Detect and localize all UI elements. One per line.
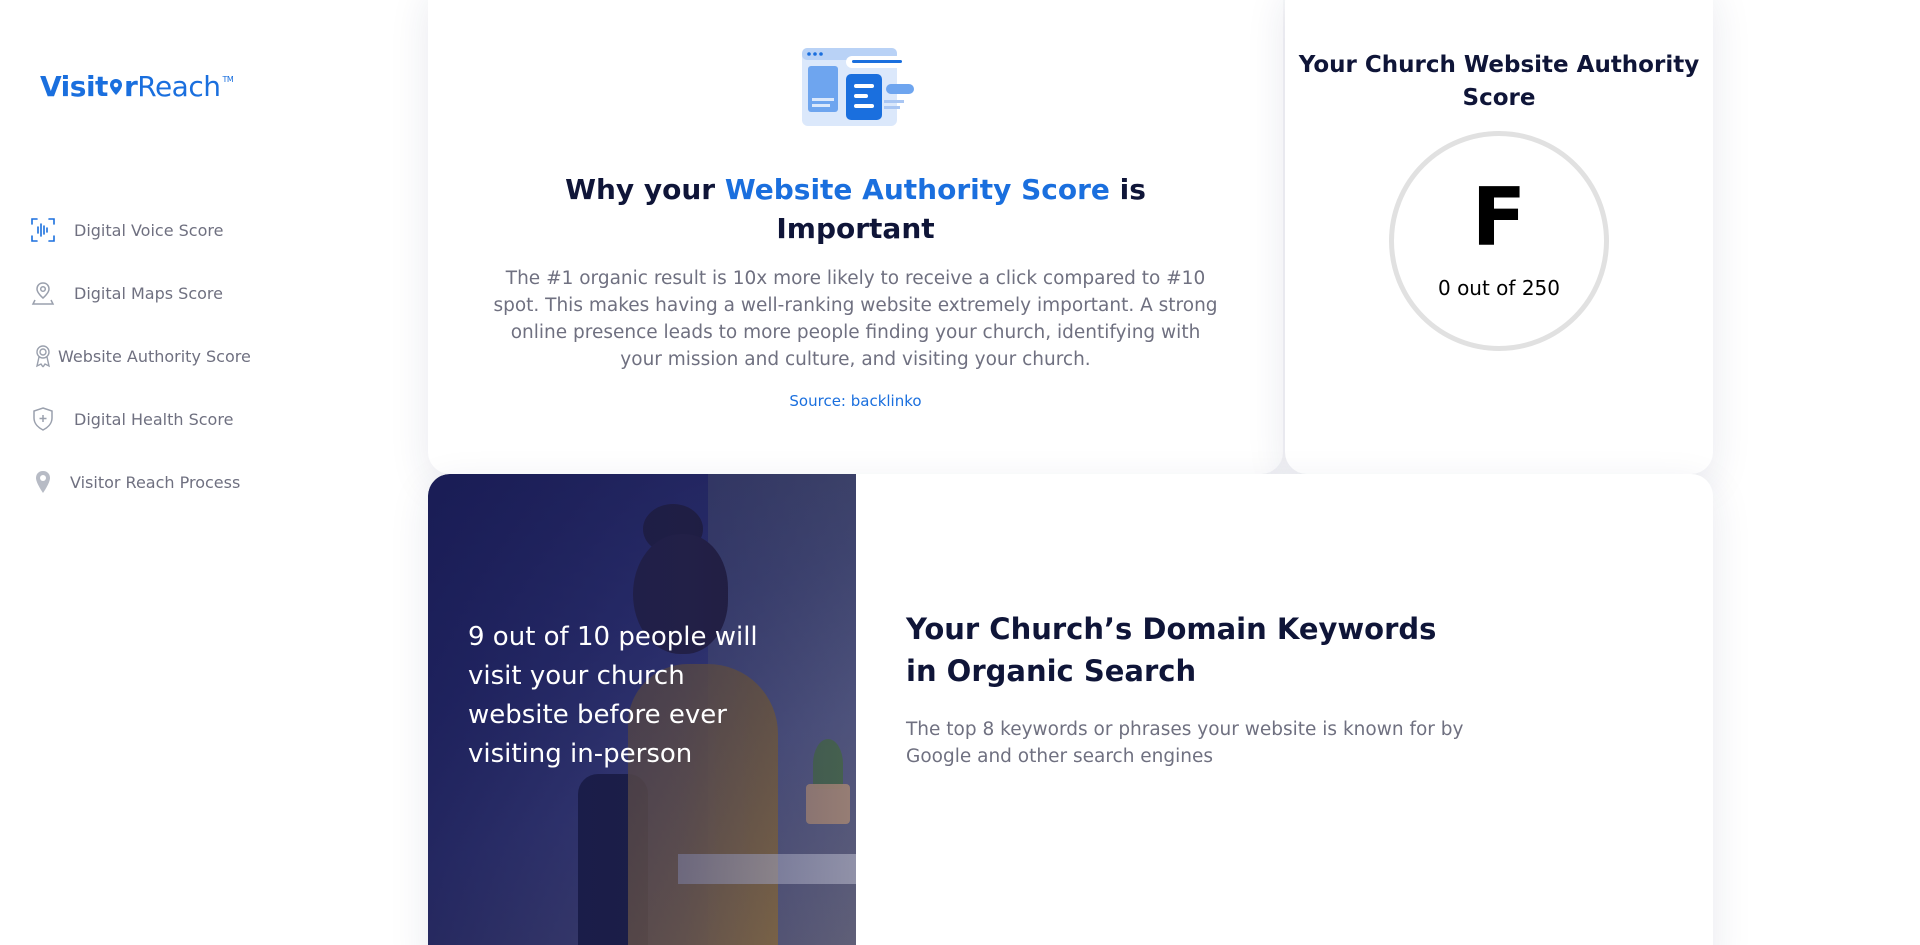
logo-text-visit: Visit	[40, 70, 108, 103]
sidebar-item-label: Visitor Reach Process	[70, 472, 241, 492]
photo-stat-text: 9 out of 10 people will visit your churc…	[468, 622, 758, 769]
keywords-title: Your Church’s Domain Keywords in Organic…	[906, 612, 1437, 688]
woman-at-computer-photo: 9 out of 10 people will visit your churc…	[428, 474, 856, 945]
sidebar-item-website-authority-score[interactable]: Website Authority Score	[30, 336, 251, 376]
visitorreach-logo[interactable]: Visit r Reach TM	[40, 70, 234, 103]
sidebar-item-visitor-reach-process[interactable]: Visitor Reach Process	[30, 462, 240, 502]
voice-wave-icon	[30, 217, 56, 243]
location-pin-icon	[30, 469, 56, 495]
source-link[interactable]: Source: backlinko	[428, 392, 1283, 410]
score-grade: F	[1471, 171, 1527, 264]
score-points: 0 out of 250	[1437, 276, 1560, 300]
sidebar: Visit r Reach TM Digital Voice Score Dig…	[0, 0, 300, 945]
why-title-highlight: Website Authority Score	[724, 173, 1110, 206]
website-illustration-icon	[796, 38, 921, 130]
logo-pin-icon	[109, 70, 123, 95]
logo-trademark: TM	[222, 75, 234, 84]
score-ring: F 0 out of 250	[1389, 131, 1609, 351]
why-authority-title: Why your Website Authority Score is Impo…	[538, 170, 1173, 248]
sidebar-item-digital-health-score[interactable]: Digital Health Score	[30, 399, 233, 439]
sidebar-item-digital-maps-score[interactable]: Digital Maps Score	[30, 273, 223, 313]
logo-text-reach: Reach	[137, 70, 221, 103]
sidebar-item-label: Digital Health Score	[74, 409, 234, 429]
authority-badge-icon	[30, 343, 56, 369]
sidebar-item-label: Digital Maps Score	[74, 283, 223, 303]
domain-keywords-card: 9 out of 10 people will visit your churc…	[428, 474, 1713, 945]
sidebar-item-label: Digital Voice Score	[74, 220, 224, 240]
authority-score-card: Your Church Website Authority Score F 0 …	[1285, 0, 1713, 474]
why-title-prefix: Why your	[565, 173, 725, 206]
score-card-title: Your Church Website Authority Score	[1298, 52, 1700, 111]
keywords-subtitle: The top 8 keywords or phrases your websi…	[906, 719, 1464, 767]
logo-text-r: r	[123, 70, 138, 103]
why-authority-card: Why your Website Authority Score is Impo…	[428, 0, 1283, 474]
shield-health-icon	[30, 406, 56, 432]
map-pin-icon	[30, 280, 56, 306]
why-authority-body: The #1 organic result is 10x more likely…	[493, 268, 1218, 370]
sidebar-item-digital-voice-score[interactable]: Digital Voice Score	[30, 210, 223, 250]
sidebar-item-label: Website Authority Score	[58, 346, 251, 366]
